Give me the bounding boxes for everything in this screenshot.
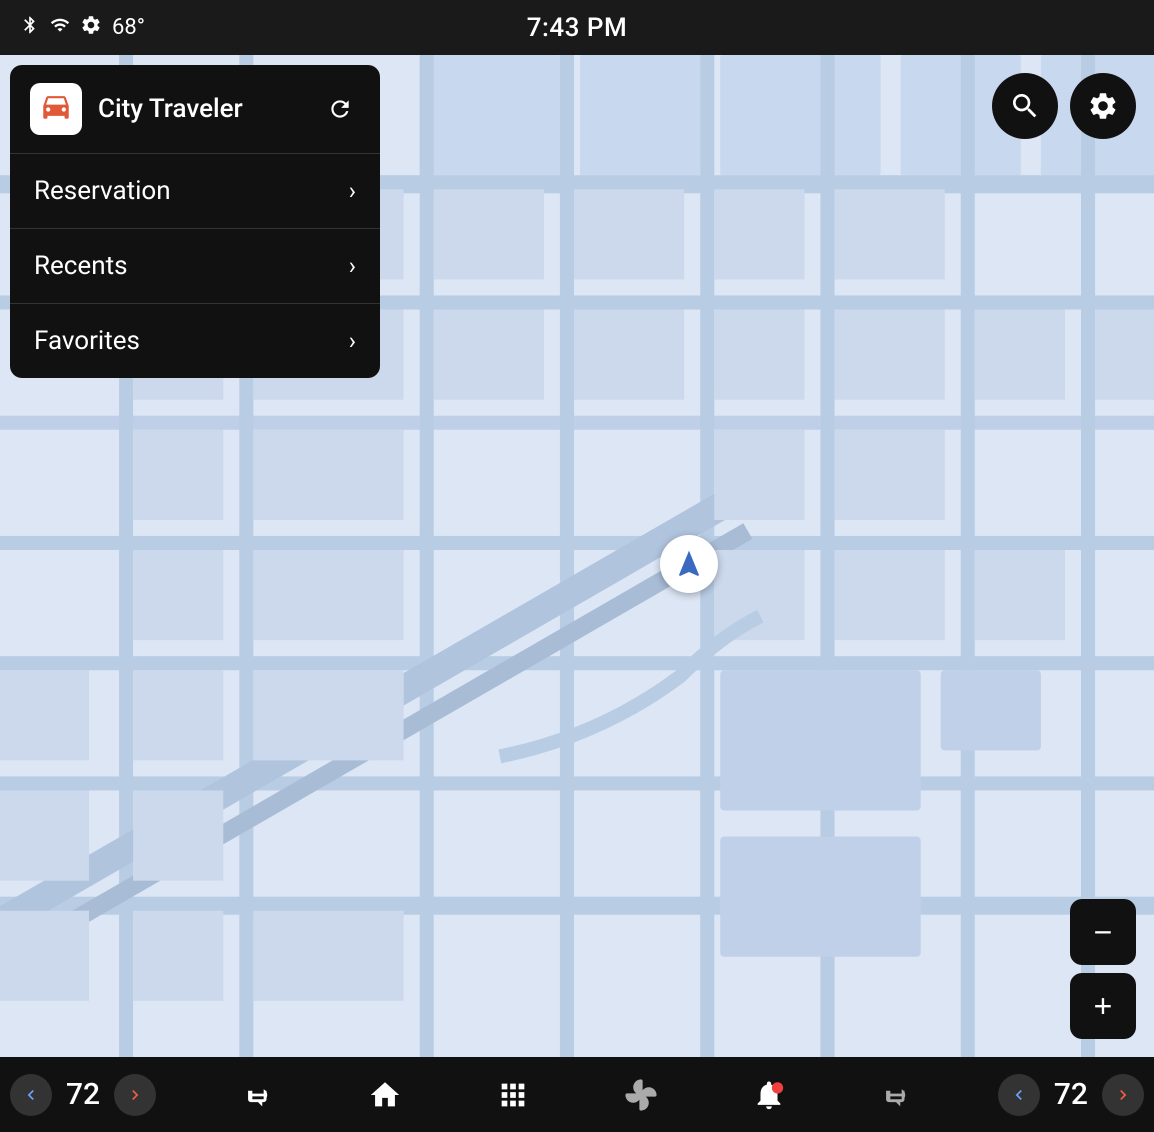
right-temp-decrease-button[interactable] bbox=[998, 1074, 1040, 1116]
app-menu: City Traveler Reservation › Recents › Fa… bbox=[10, 65, 380, 378]
left-temp-increase-button[interactable] bbox=[114, 1074, 156, 1116]
chevron-right-icon-favorites: › bbox=[349, 327, 356, 355]
left-temp-decrease-button[interactable] bbox=[10, 1074, 52, 1116]
menu-item-recents-label: Recents bbox=[34, 251, 128, 281]
right-temperature: 72 bbox=[1046, 1077, 1096, 1112]
zoom-controls: − + bbox=[1070, 899, 1136, 1039]
apps-button[interactable] bbox=[487, 1069, 539, 1121]
app-header: City Traveler bbox=[10, 65, 380, 154]
zoom-in-button[interactable]: + bbox=[1070, 973, 1136, 1039]
status-bar-time: 7:43 PM bbox=[527, 13, 627, 43]
bottom-bar: 72 bbox=[0, 1057, 1154, 1132]
signal-icon bbox=[50, 15, 70, 40]
left-temperature: 72 bbox=[58, 1077, 108, 1112]
status-bar: 68° 7:43 PM bbox=[0, 0, 1154, 55]
map-controls-top bbox=[992, 73, 1136, 139]
left-temp-group: 72 bbox=[10, 1074, 156, 1116]
status-bar-left: 68° bbox=[20, 14, 145, 41]
city-traveler-icon bbox=[39, 89, 73, 130]
menu-item-reservation[interactable]: Reservation › bbox=[10, 154, 380, 229]
location-marker bbox=[660, 535, 718, 593]
bluetooth-icon bbox=[20, 15, 40, 40]
notification-button[interactable] bbox=[743, 1069, 795, 1121]
fan-button[interactable] bbox=[615, 1069, 667, 1121]
map-area: City Traveler Reservation › Recents › Fa… bbox=[0, 55, 1154, 1057]
seat-heat-left-button[interactable] bbox=[232, 1069, 284, 1121]
right-temp-increase-button[interactable] bbox=[1102, 1074, 1144, 1116]
right-temp-group: 72 bbox=[998, 1074, 1144, 1116]
chevron-right-icon-reservation: › bbox=[349, 177, 356, 205]
chevron-right-icon-recents: › bbox=[349, 252, 356, 280]
zoom-out-button[interactable]: − bbox=[1070, 899, 1136, 965]
settings-button[interactable] bbox=[1070, 73, 1136, 139]
search-button[interactable] bbox=[992, 73, 1058, 139]
temperature-display: 68° bbox=[112, 15, 145, 40]
menu-item-favorites-label: Favorites bbox=[34, 326, 140, 356]
menu-item-favorites[interactable]: Favorites › bbox=[10, 304, 380, 378]
app-title: City Traveler bbox=[98, 94, 320, 124]
menu-item-recents[interactable]: Recents › bbox=[10, 229, 380, 304]
home-button[interactable] bbox=[359, 1069, 411, 1121]
settings-gear-icon bbox=[80, 14, 102, 41]
refresh-button[interactable] bbox=[320, 89, 360, 129]
app-icon-container bbox=[30, 83, 82, 135]
menu-item-reservation-label: Reservation bbox=[34, 176, 171, 206]
seat-heat-right-button[interactable] bbox=[870, 1069, 922, 1121]
